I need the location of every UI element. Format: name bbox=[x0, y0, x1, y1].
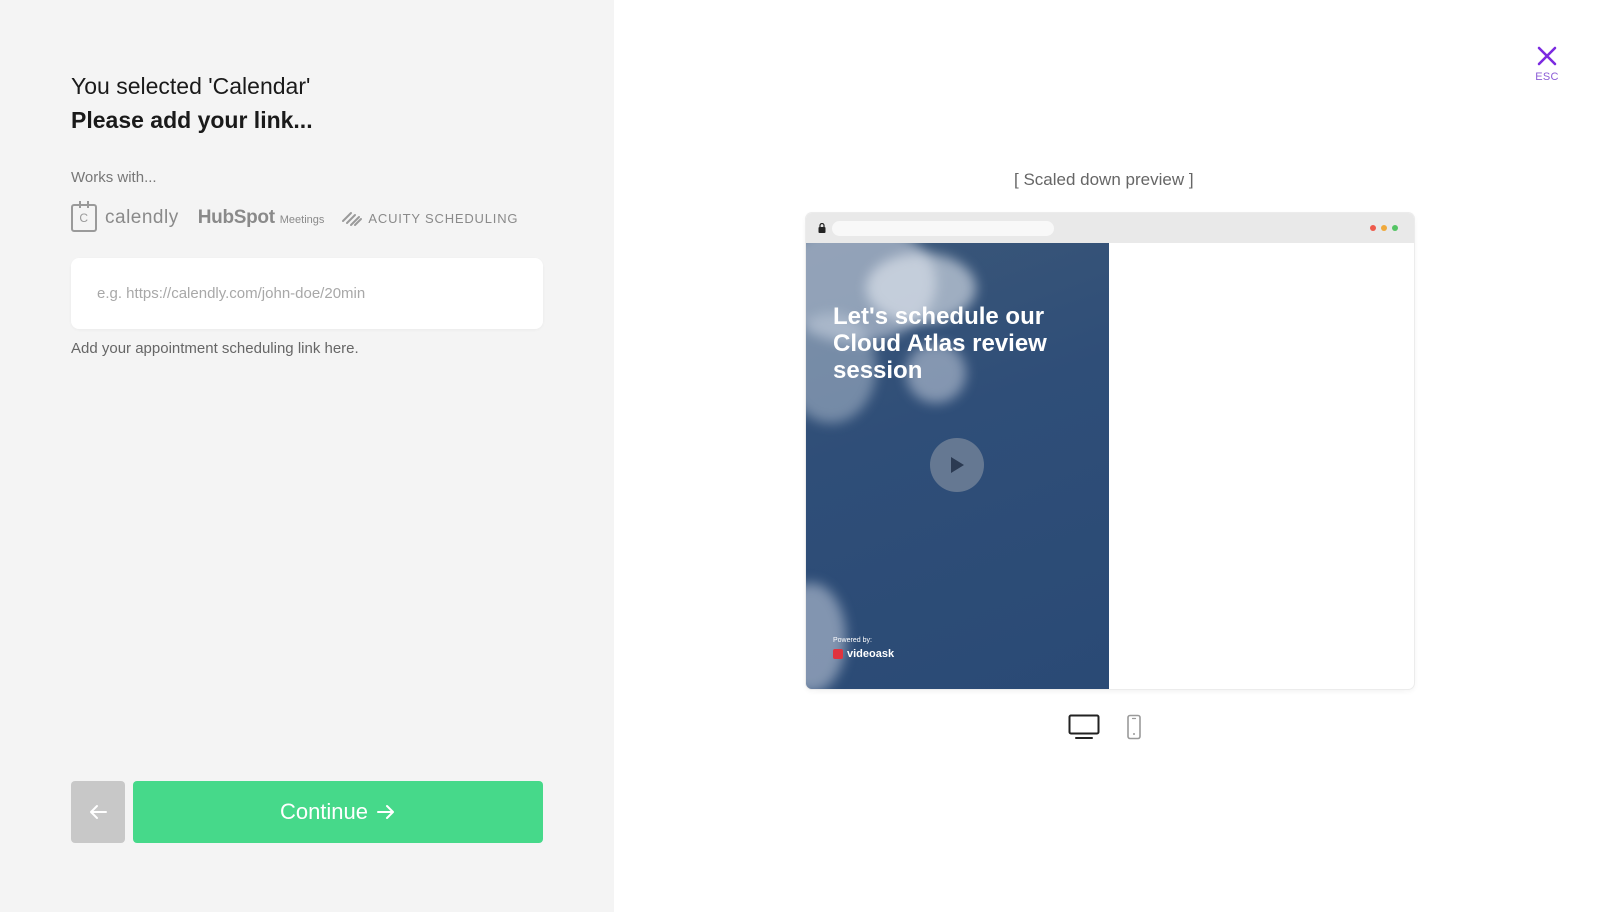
scheduling-link-input[interactable] bbox=[97, 285, 517, 302]
acuity-logo: ACUITY SCHEDULING bbox=[341, 209, 518, 227]
play-button[interactable] bbox=[930, 438, 984, 492]
video-title: Let's schedule our Cloud Atlas review se… bbox=[833, 303, 1047, 384]
url-bar bbox=[832, 221, 1054, 236]
browser-preview: Let's schedule our Cloud Atlas review se… bbox=[806, 213, 1414, 689]
arrow-right-icon bbox=[377, 805, 395, 819]
close-icon[interactable] bbox=[1535, 44, 1559, 68]
back-button[interactable] bbox=[71, 781, 125, 843]
powered-by-label: Powered by: bbox=[833, 637, 872, 644]
window-maximize-dot bbox=[1392, 225, 1398, 231]
window-controls bbox=[1370, 225, 1398, 231]
preview-label: [ Scaled down preview ] bbox=[1014, 170, 1194, 189]
cloud-decoration bbox=[806, 583, 846, 689]
window-close-dot bbox=[1370, 225, 1376, 231]
acuity-label: ACUITY SCHEDULING bbox=[368, 210, 519, 226]
calendly-logo: C calendly bbox=[71, 201, 179, 232]
videoask-label: videoask bbox=[847, 648, 895, 660]
window-minimize-dot bbox=[1381, 225, 1387, 231]
mobile-icon[interactable] bbox=[1126, 714, 1142, 740]
play-icon bbox=[951, 457, 964, 473]
videoask-icon bbox=[833, 649, 843, 659]
works-with-label: Works with... bbox=[71, 169, 157, 186]
videoask-logo: videoask bbox=[833, 648, 894, 660]
arrow-left-icon bbox=[90, 805, 107, 819]
close-button[interactable]: ESC bbox=[1528, 44, 1566, 83]
integration-logos: C calendly HubSpot Meetings ACUITY SCHED… bbox=[71, 201, 518, 233]
acuity-icon bbox=[342, 212, 363, 226]
calendly-icon: C bbox=[71, 201, 97, 232]
helper-text: Add your appointment scheduling link her… bbox=[71, 340, 359, 357]
esc-label: ESC bbox=[1535, 71, 1559, 83]
hubspot-logo: HubSpot Meetings bbox=[198, 207, 325, 229]
calendly-label: calendly bbox=[105, 207, 179, 228]
selection-heading: You selected 'Calendar' bbox=[71, 73, 311, 99]
continue-button[interactable]: Continue bbox=[133, 781, 543, 843]
prompt-heading: Please add your link... bbox=[71, 107, 313, 133]
hubspot-meetings-label: Meetings bbox=[279, 214, 325, 226]
desktop-icon[interactable] bbox=[1068, 714, 1100, 740]
browser-toolbar bbox=[806, 213, 1414, 243]
left-panel: You selected 'Calendar' Please add your … bbox=[0, 0, 614, 912]
hubspot-label: HubSpot bbox=[197, 207, 275, 228]
video-preview: Let's schedule our Cloud Atlas review se… bbox=[806, 243, 1109, 689]
device-toggle bbox=[1068, 714, 1142, 740]
continue-label: Continue bbox=[279, 799, 369, 824]
lock-icon bbox=[818, 223, 826, 233]
link-input-container bbox=[71, 258, 543, 329]
